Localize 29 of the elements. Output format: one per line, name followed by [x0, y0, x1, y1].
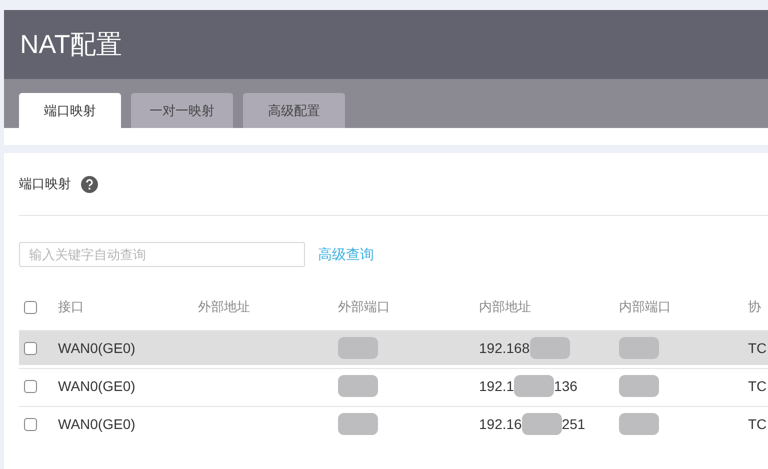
checkbox[interactable]: [24, 300, 37, 314]
help-icon[interactable]: [81, 176, 98, 192]
column-header: 外部地址: [198, 299, 250, 314]
checkbox[interactable]: [24, 380, 37, 392]
column-header: 外部端口: [338, 299, 390, 314]
table-cell-text: WAN0(GE0): [58, 376, 136, 396]
search-field[interactable]: 输入关键字自动查询: [19, 242, 305, 267]
table-cell-text: 136: [554, 376, 578, 396]
table-cell-text: 192.168: [479, 338, 530, 358]
table-cell-text: 251: [562, 414, 586, 434]
column-header: 协: [748, 299, 761, 314]
checkbox[interactable]: [24, 342, 37, 354]
table-cell-text: WAN0(GE0): [58, 414, 136, 434]
page-title: NAT配置: [20, 28, 122, 61]
table-cell-text: 192.16: [479, 414, 522, 434]
table-cell-text: TC: [748, 376, 767, 396]
column-header: 内部地址: [479, 299, 531, 314]
column-header: 内部端口: [619, 299, 671, 314]
section-title: 端口映射: [19, 175, 71, 194]
tab[interactable]: 高级配置: [243, 93, 345, 128]
column-header: 接口: [58, 299, 84, 314]
table-cell-text: 192.1: [479, 376, 514, 396]
table-cell-text: WAN0(GE0): [58, 338, 136, 358]
table-row[interactable]: WAN0(GE0) 192.168 TC: [19, 330, 768, 365]
table-cell-text: TC: [748, 338, 767, 358]
table-cell-text: TC: [748, 414, 767, 434]
checkbox[interactable]: [24, 418, 37, 430]
tab[interactable]: 一对一映射: [131, 93, 233, 128]
tab[interactable]: 端口映射: [19, 93, 121, 128]
